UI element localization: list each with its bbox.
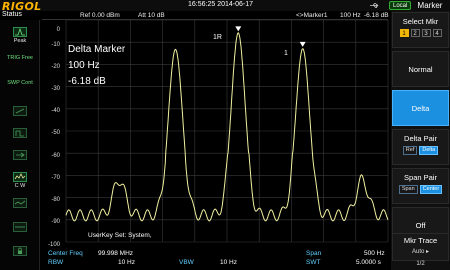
select-mkr-softkey[interactable]: Select Mkr 1234 xyxy=(392,12,449,48)
date-time: 16:56:25 2014-06-17 xyxy=(188,1,253,8)
status-label: Status xyxy=(2,11,22,18)
marker-ref xyxy=(235,26,242,32)
y-tick-m20: -20 xyxy=(51,64,60,70)
span-label: Span xyxy=(306,250,322,257)
local-badge: Local xyxy=(389,1,412,10)
status-item-trigger: TRIG Free xyxy=(7,55,33,61)
delta-pair-title: Delta Pair xyxy=(404,134,437,143)
mkr-trace-title: Mkr Trace xyxy=(403,236,438,245)
softkey-menu: Select Mkr 1234 Normal Delta Delta Pair … xyxy=(391,11,450,270)
status-item-correction xyxy=(3,106,37,117)
status-column: Peak TRIG Free SWP Cont C W xyxy=(0,20,40,270)
y-tick-m50: -50 xyxy=(51,130,60,136)
span-pair-span[interactable]: Span xyxy=(398,185,418,194)
bottom-status-bar: Center Freq 99.998 MHz RBW 10 Hz VBW 10 … xyxy=(42,250,390,270)
y-tick-m10: -10 xyxy=(51,42,60,48)
delta-marker-freq: 100 Hz xyxy=(68,60,100,71)
y-tick-m70: -70 xyxy=(51,175,60,181)
peak-detector-icon xyxy=(13,27,27,37)
vbw-value: 10 Hz xyxy=(220,259,237,266)
status-item-sweep: SWP Cont xyxy=(7,80,33,86)
measurement-info-row: Ref 0.00 dBm Att 10 dB <>Marker1 100 Hz … xyxy=(42,11,389,20)
y-tick-m80: -80 xyxy=(51,197,60,203)
y-tick-m60: -60 xyxy=(51,153,60,159)
select-mkr-options: 1234 xyxy=(393,29,448,37)
lock-icon xyxy=(13,246,27,256)
gate-off-icon xyxy=(13,128,27,138)
ref-level: Ref 0.00 dBm xyxy=(80,12,120,19)
trace-blank-2-icon xyxy=(13,222,27,232)
marker-readout-label: <>Marker1 xyxy=(296,12,328,19)
y-tick-m40: -40 xyxy=(51,108,60,114)
span-pair-softkey[interactable]: Span Pair Span Center xyxy=(392,168,449,204)
span-pair-title: Span Pair xyxy=(404,173,437,182)
marker-option-1[interactable]: 1 xyxy=(399,29,409,37)
y-tick-m30: -30 xyxy=(51,86,60,92)
top-status-bar: RIGOL 16:56:25 2014-06-17 Local Marker xyxy=(0,0,450,13)
trace-clear-write-icon xyxy=(13,172,27,182)
usb-icon xyxy=(370,3,379,8)
marker-readout-level: -6.18 dB xyxy=(364,12,389,19)
swt-label: SWT xyxy=(306,259,321,266)
marker-option-4[interactable]: 4 xyxy=(432,29,442,37)
swt-value: 5.0000 s xyxy=(356,259,381,266)
delta-pair-delta[interactable]: Delta xyxy=(419,146,439,155)
menu-title: Marker xyxy=(417,1,443,10)
y-tick-m90: -90 xyxy=(51,219,60,225)
trace-blank-icon xyxy=(13,198,27,208)
status-item-trace-mode: C W xyxy=(3,172,37,189)
rbw-value: 10 Hz xyxy=(118,259,135,266)
mkr-trace-arrow-icon: ▸ xyxy=(426,249,430,255)
attenuation: Att 10 dB xyxy=(138,12,165,19)
status-item-trace-2 xyxy=(3,198,37,209)
rbw-label: RBW xyxy=(48,259,64,266)
delta-pair-softkey[interactable]: Delta Pair Ref Delta xyxy=(392,129,449,165)
span-value: 500 Hz xyxy=(364,250,385,257)
delta-marker-title: Delta Marker xyxy=(68,44,126,55)
status-item-gate xyxy=(3,128,37,139)
status-item-peak: Peak xyxy=(3,27,37,44)
marker-option-3[interactable]: 3 xyxy=(421,29,431,37)
correction-off-icon xyxy=(13,106,27,116)
center-freq-value: 99.998 MHz xyxy=(98,250,134,257)
delta-marker-box: Delta Marker 100 Hz -6.18 dB xyxy=(68,42,125,90)
marker-ref-label: 1R xyxy=(213,34,222,41)
ext-ref-icon xyxy=(13,150,27,160)
marker-active xyxy=(299,41,306,47)
delta-softkey[interactable]: Delta xyxy=(392,90,449,126)
marker-readout-freq: 100 Hz xyxy=(340,12,361,19)
delta-pair-ref[interactable]: Ref xyxy=(402,146,418,155)
mkr-trace-value: Auto xyxy=(411,249,425,255)
status-item-ext-ref xyxy=(3,150,37,161)
marker-option-2[interactable]: 2 xyxy=(410,29,420,37)
status-item-lock xyxy=(3,246,37,257)
span-pair-center[interactable]: Center xyxy=(419,185,443,194)
marker-active-label: 1 xyxy=(284,50,288,57)
center-freq-label: Center Freq xyxy=(48,250,83,257)
mkr-trace-softkey[interactable]: Mkr Trace Auto ▸ xyxy=(392,233,449,261)
menu-page-indicator: 1/2 xyxy=(416,261,425,267)
status-item-trace-3 xyxy=(3,222,37,233)
select-mkr-title: Select Mkr xyxy=(402,17,439,26)
vbw-label: VBW xyxy=(179,259,194,266)
y-tick-m100: -100 xyxy=(47,242,60,248)
normal-softkey[interactable]: Normal xyxy=(392,51,449,87)
user-key-status: UserKey Set: System, xyxy=(88,232,152,239)
delta-marker-level: -6.18 dB xyxy=(68,76,106,87)
y-tick-0: 0 xyxy=(56,27,60,33)
